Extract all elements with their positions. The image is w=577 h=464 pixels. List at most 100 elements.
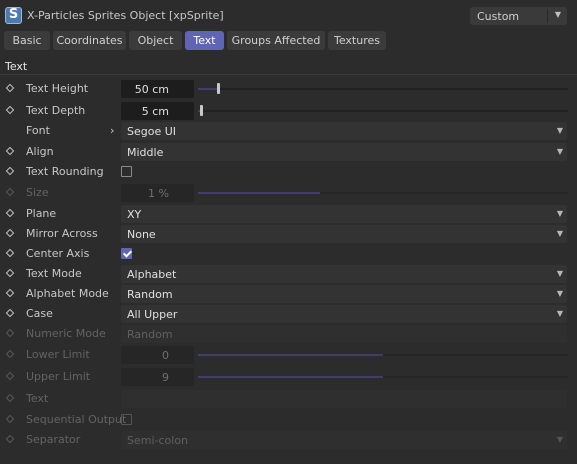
title-bar: S X-Particles Sprites Object [xpSprite] … bbox=[0, 0, 577, 31]
xparticles-app-icon: S bbox=[5, 7, 22, 24]
text-height-label: Text Height bbox=[26, 82, 89, 95]
section-title: Text bbox=[5, 60, 28, 73]
section-divider bbox=[0, 74, 577, 75]
text-depth-input[interactable]: 5 cm bbox=[121, 102, 194, 120]
tab-text[interactable]: Text bbox=[185, 31, 224, 50]
preset-dropdown[interactable]: Custom ▼ bbox=[470, 7, 567, 25]
keyframe-diamond-icon bbox=[5, 328, 15, 338]
window-title: X-Particles Sprites Object [xpSprite] bbox=[27, 9, 224, 22]
slider-handle[interactable] bbox=[200, 105, 203, 116]
slider-handle[interactable] bbox=[217, 83, 220, 94]
mirror-across-row: Mirror Across None ▼ bbox=[0, 224, 577, 244]
sequential-output-checkbox bbox=[121, 414, 132, 425]
keyframe-diamond-icon bbox=[5, 187, 15, 197]
align-row: Align Middle ▼ bbox=[0, 142, 577, 162]
tab-coordinates[interactable]: Coordinates bbox=[53, 31, 126, 50]
keyframe-diamond-icon bbox=[5, 349, 15, 359]
case-row: Case All Upper ▼ bbox=[0, 304, 577, 324]
tab-bar: Basic Coordinates Object Text Groups Aff… bbox=[0, 31, 577, 51]
size-input: 1 % bbox=[121, 184, 194, 202]
chevron-down-icon: ▼ bbox=[556, 209, 563, 218]
text-input bbox=[121, 390, 567, 408]
text-rounding-label: Text Rounding bbox=[26, 165, 104, 178]
text-row: Text bbox=[0, 389, 577, 409]
case-label: Case bbox=[26, 307, 53, 320]
tab-object[interactable]: Object bbox=[129, 31, 182, 50]
text-label: Text bbox=[26, 392, 49, 405]
tab-basic[interactable]: Basic bbox=[4, 31, 50, 50]
font-dropdown[interactable]: Segoe UI ▼ bbox=[121, 122, 567, 140]
tab-textures[interactable]: Textures bbox=[328, 31, 386, 50]
keyframe-diamond-icon[interactable] bbox=[5, 83, 15, 93]
case-dropdown[interactable]: All Upper ▼ bbox=[121, 305, 567, 323]
chevron-down-icon: ▼ bbox=[556, 309, 563, 318]
chevron-down-icon: ▼ bbox=[556, 435, 563, 444]
plane-label: Plane bbox=[26, 207, 57, 220]
separator-label: Separator bbox=[26, 433, 81, 446]
sequential-output-label: Sequential Output bbox=[26, 413, 127, 426]
align-label: Align bbox=[26, 145, 54, 158]
slider-fill bbox=[198, 376, 383, 378]
keyframe-diamond-icon[interactable] bbox=[5, 166, 15, 176]
text-height-slider[interactable] bbox=[198, 88, 568, 90]
separator-dropdown: Semi-colon ▼ bbox=[121, 431, 567, 449]
font-label: Font bbox=[26, 124, 50, 137]
keyframe-diamond-icon bbox=[5, 434, 15, 444]
alphabet-mode-row: Alphabet Mode Random ▼ bbox=[0, 284, 577, 304]
slider-fill bbox=[198, 192, 320, 194]
text-height-row: Text Height 50 cm bbox=[0, 79, 577, 99]
chevron-down-icon: ▼ bbox=[556, 269, 563, 278]
text-depth-row: Text Depth 5 cm bbox=[0, 101, 577, 121]
keyframe-diamond-icon[interactable] bbox=[5, 105, 15, 115]
lower-limit-input: 0 bbox=[121, 346, 194, 364]
size-label: Size bbox=[26, 186, 49, 199]
keyframe-diamond-icon[interactable] bbox=[5, 308, 15, 318]
keyframe-diamond-icon[interactable] bbox=[5, 288, 15, 298]
center-axis-row: Center Axis bbox=[0, 244, 577, 264]
keyframe-diamond-icon[interactable] bbox=[5, 268, 15, 278]
text-mode-label: Text Mode bbox=[26, 267, 82, 280]
keyframe-diamond-icon[interactable] bbox=[5, 228, 15, 238]
preset-label: Custom bbox=[477, 10, 520, 23]
plane-dropdown[interactable]: XY ▼ bbox=[121, 205, 567, 223]
keyframe-diamond-icon[interactable] bbox=[5, 248, 15, 258]
alphabet-mode-label: Alphabet Mode bbox=[26, 287, 109, 300]
upper-limit-row: Upper Limit 9 bbox=[0, 367, 577, 387]
separator-row: Separator Semi-colon ▼ bbox=[0, 430, 577, 450]
keyframe-diamond-icon[interactable] bbox=[5, 146, 15, 156]
size-row: Size 1 % bbox=[0, 183, 577, 203]
text-mode-row: Text Mode Alphabet ▼ bbox=[0, 264, 577, 284]
text-mode-dropdown[interactable]: Alphabet ▼ bbox=[121, 265, 567, 283]
center-axis-checkbox[interactable] bbox=[121, 248, 132, 259]
chevron-down-icon: ▼ bbox=[556, 147, 563, 156]
keyframe-diamond-icon bbox=[5, 371, 15, 381]
alphabet-mode-dropdown[interactable]: Random ▼ bbox=[121, 285, 567, 303]
mirror-across-label: Mirror Across bbox=[26, 227, 98, 240]
tab-groups-affected[interactable]: Groups Affected bbox=[227, 31, 325, 50]
numeric-mode-row: Numeric Mode Random bbox=[0, 324, 577, 344]
align-dropdown[interactable]: Middle ▼ bbox=[121, 143, 567, 161]
upper-limit-label: Upper Limit bbox=[26, 370, 91, 383]
preset-divider bbox=[547, 9, 548, 23]
text-depth-label: Text Depth bbox=[26, 104, 86, 117]
chevron-down-icon: ▼ bbox=[554, 10, 561, 19]
chevron-down-icon: ▼ bbox=[556, 126, 563, 135]
lower-limit-slider bbox=[198, 354, 568, 356]
text-height-input[interactable]: 50 cm bbox=[121, 80, 194, 98]
keyframe-diamond-icon bbox=[5, 393, 15, 403]
text-depth-slider[interactable] bbox=[198, 110, 568, 112]
slider-fill bbox=[198, 354, 383, 356]
keyframe-diamond-icon[interactable] bbox=[5, 208, 15, 218]
slider-fill bbox=[198, 88, 217, 90]
numeric-mode-label: Numeric Mode bbox=[26, 327, 106, 340]
chevron-right-icon[interactable]: › bbox=[110, 124, 114, 137]
lower-limit-row: Lower Limit 0 bbox=[0, 345, 577, 365]
sequential-output-row: Sequential Output bbox=[0, 410, 577, 430]
text-rounding-row: Text Rounding bbox=[0, 162, 577, 182]
text-rounding-checkbox[interactable] bbox=[121, 166, 132, 177]
numeric-mode-dropdown: Random bbox=[121, 325, 567, 343]
upper-limit-input: 9 bbox=[121, 368, 194, 386]
mirror-across-dropdown[interactable]: None ▼ bbox=[121, 225, 567, 243]
lower-limit-label: Lower Limit bbox=[26, 348, 90, 361]
upper-limit-slider bbox=[198, 376, 568, 378]
